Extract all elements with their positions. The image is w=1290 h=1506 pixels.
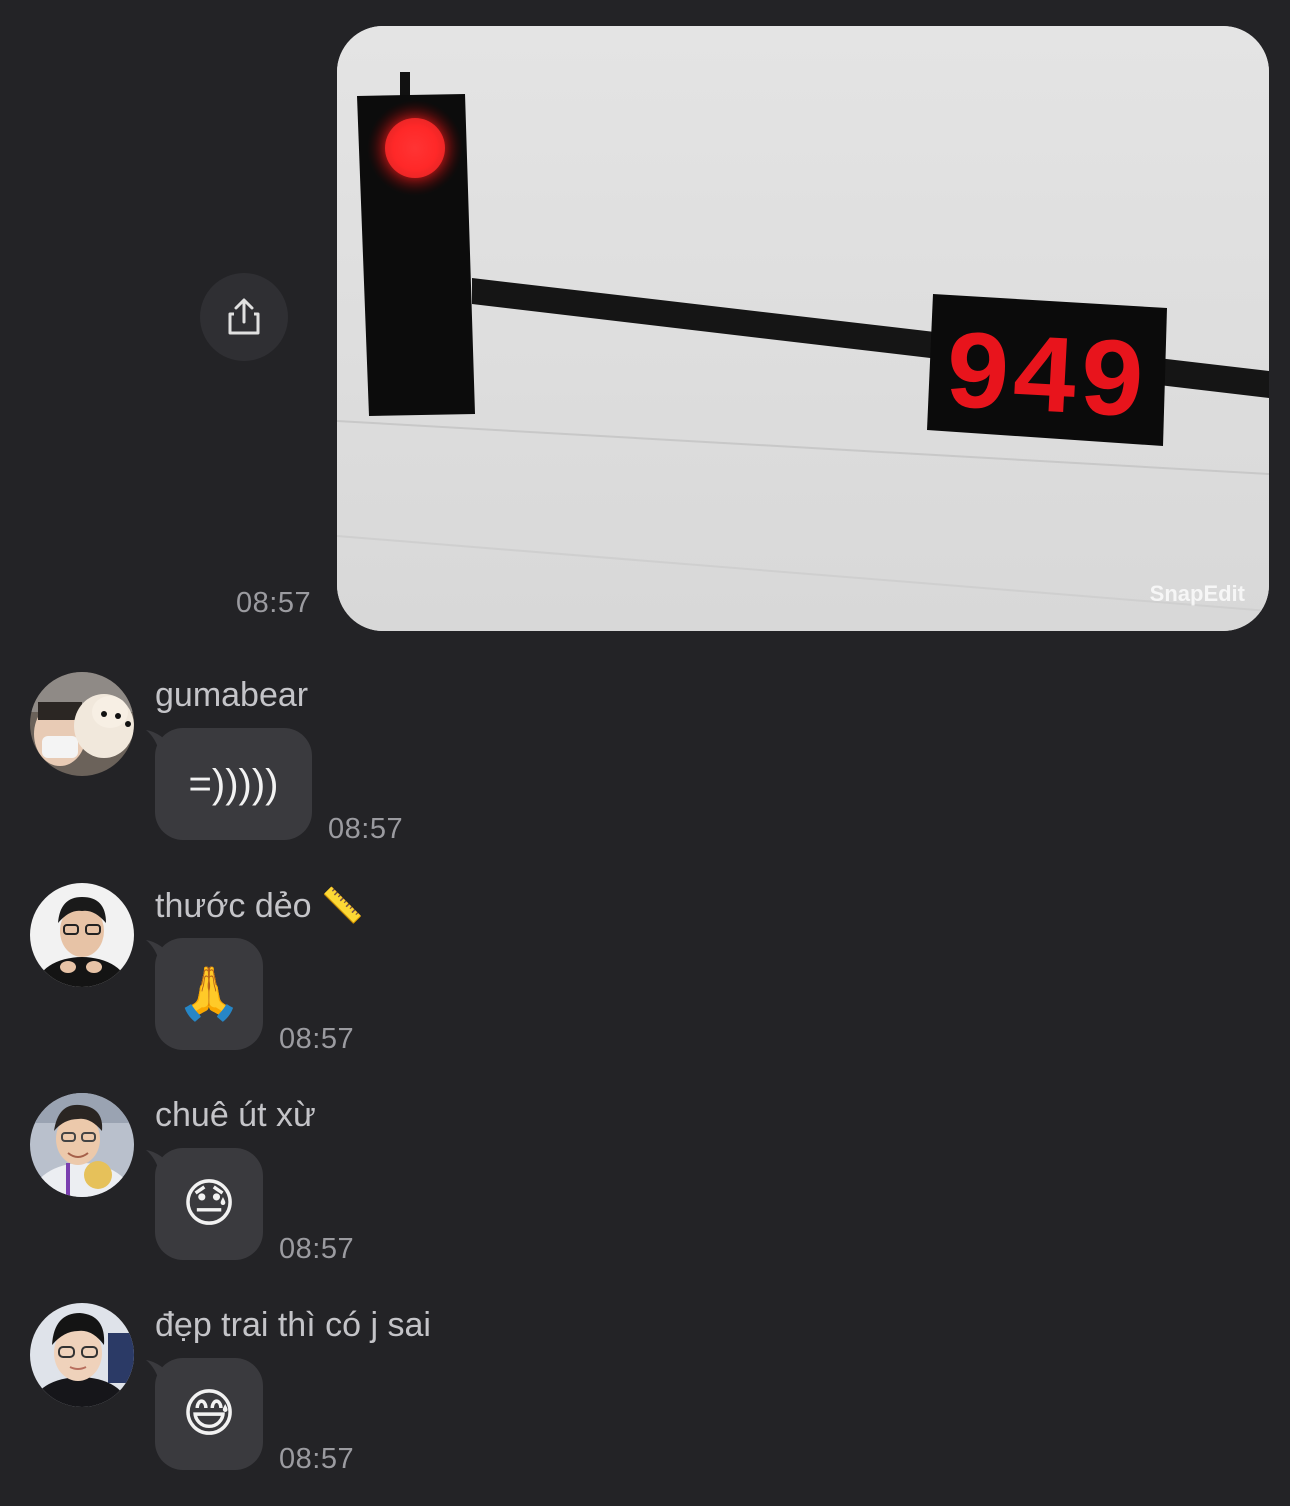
message-bubble[interactable]: 😅	[155, 1358, 263, 1470]
avatar-image	[30, 672, 134, 776]
message-time: 08:57	[279, 1233, 355, 1265]
message-bubble[interactable]: 😓	[155, 1148, 263, 1260]
message-text: 😅	[181, 1384, 237, 1444]
avatar-image	[30, 883, 134, 987]
avatar-image	[30, 1303, 134, 1407]
message-time: 08:57	[279, 1443, 355, 1475]
watermark: SnapEdit	[1150, 581, 1246, 606]
traffic-light-photo: 949 SnapEdit	[337, 26, 1269, 631]
message-text: =)))))	[188, 761, 279, 806]
sender-name: thước dẻo 📏	[155, 887, 364, 925]
image-message-time: 08:57	[236, 587, 312, 619]
message-bubble[interactable]: =)))))	[155, 728, 312, 840]
avatar-chue-ut-xu[interactable]	[30, 1093, 134, 1197]
share-icon	[228, 298, 260, 335]
share-button[interactable]	[200, 273, 288, 361]
sender-name: chuê út xừ	[155, 1096, 316, 1134]
message-bubble[interactable]: 🙏	[155, 938, 263, 1050]
message-time: 08:57	[328, 813, 404, 845]
chat-screen: 08:57 949 SnapEdit gumabear =))))) 08:57…	[0, 0, 1290, 1506]
sender-name: đẹp trai thì có j sai	[155, 1306, 431, 1344]
countdown-display: 949	[941, 313, 1149, 450]
message-text: 🙏	[176, 964, 242, 1024]
message-text: 😓	[181, 1174, 237, 1234]
message-time: 08:57	[279, 1023, 355, 1055]
avatar-image	[30, 1093, 134, 1197]
avatar-thuoc-deo[interactable]	[30, 883, 134, 987]
avatar-gumabear[interactable]	[30, 672, 134, 776]
avatar-dep-trai[interactable]	[30, 1303, 134, 1407]
image-message-photo[interactable]: 949 SnapEdit	[337, 26, 1269, 631]
sender-name: gumabear	[155, 676, 309, 714]
